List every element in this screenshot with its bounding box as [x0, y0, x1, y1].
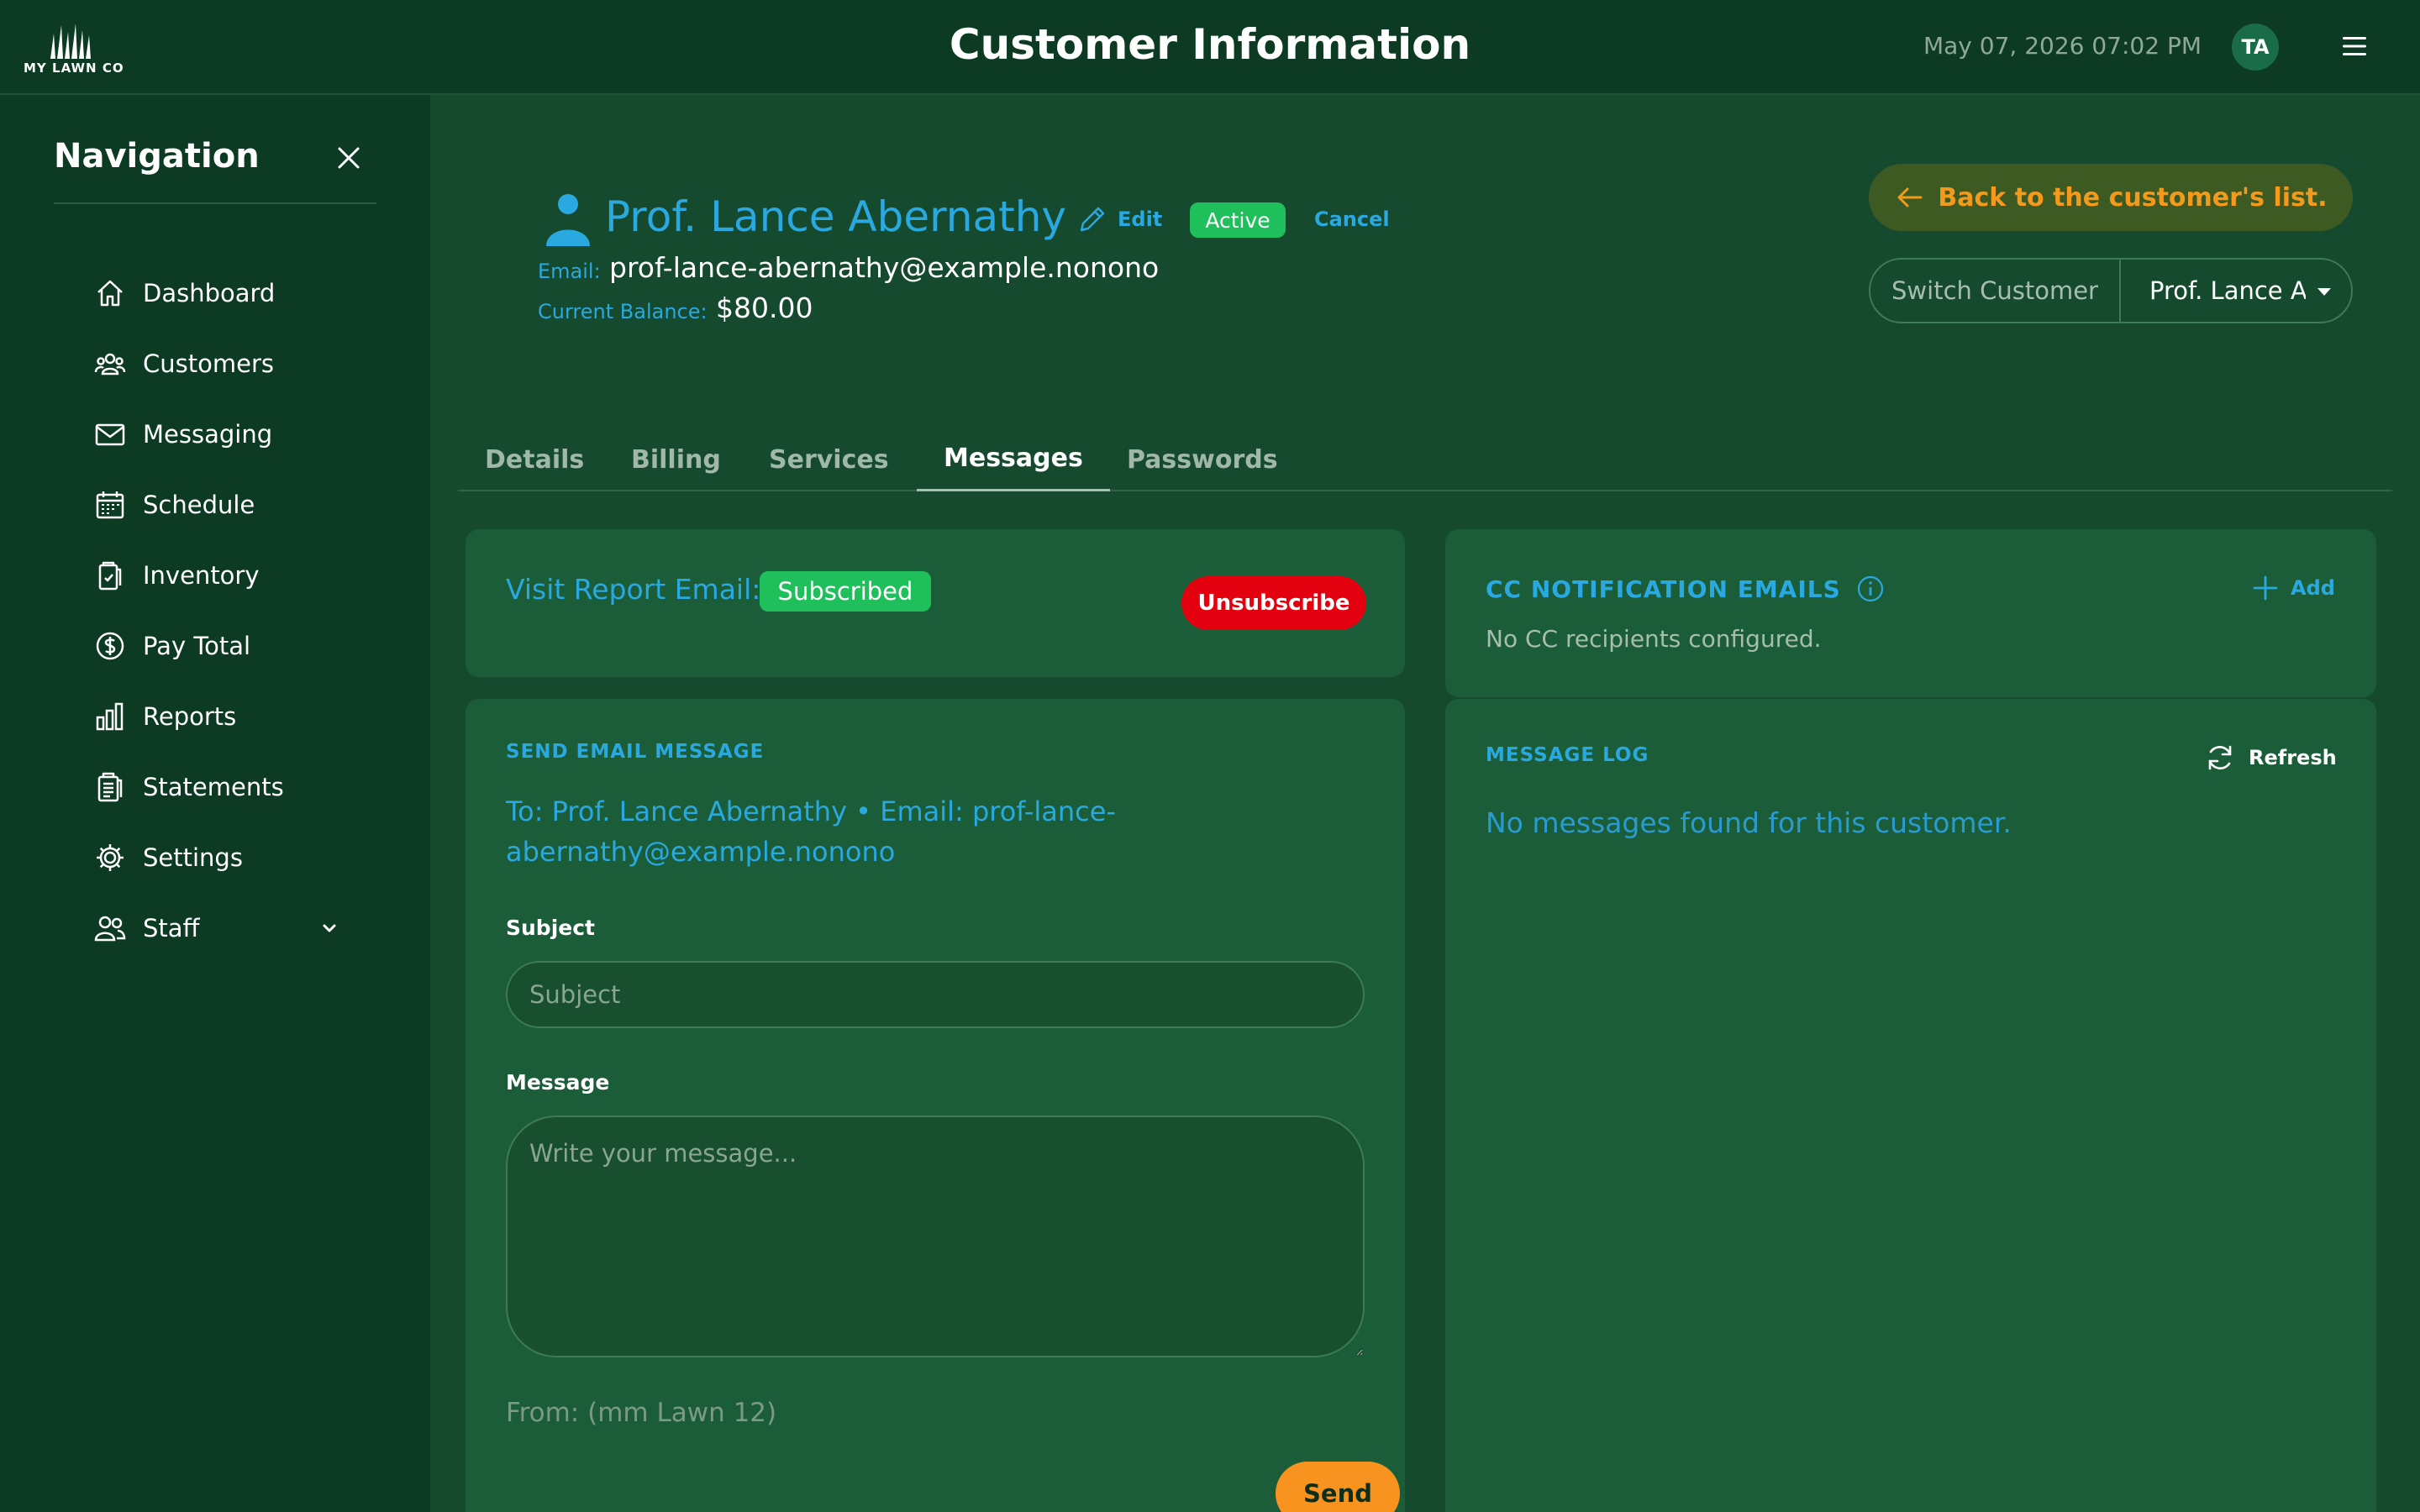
back-to-list-button[interactable]: Back to the customer's list. — [1869, 164, 2353, 231]
sidebar-item-dashboard[interactable]: Dashboard — [94, 258, 363, 328]
sidebar-item-messaging[interactable]: Messaging — [94, 399, 363, 470]
back-button-label: Back to the customer's list. — [1938, 182, 2328, 213]
document-list-icon — [97, 772, 123, 802]
tab-details[interactable]: Details — [458, 428, 611, 491]
calendar-icon — [96, 491, 124, 519]
recipient-line: To: Prof. Lance Abernathy • Email: prof-… — [506, 795, 1116, 868]
subscription-badge: Subscribed — [760, 571, 931, 612]
cancel-link[interactable]: Cancel — [1314, 207, 1390, 231]
balance-value: $80.00 — [716, 291, 813, 324]
subject-input[interactable] — [506, 961, 1365, 1028]
sidebar-nav: Dashboard Customers Messaging Schedule I… — [94, 258, 363, 963]
sidebar-item-settings[interactable]: Settings — [94, 822, 363, 893]
email-label: Email: — [538, 260, 601, 283]
user-avatar[interactable]: TA — [2232, 24, 2279, 71]
sidebar-item-label: Reports — [143, 702, 237, 731]
switch-customer-dropdown[interactable]: Prof. Lance Abernathy — [2121, 260, 2351, 322]
arrow-left-icon — [1897, 187, 1923, 207]
unsubscribe-button[interactable]: Unsubscribe — [1181, 576, 1366, 630]
cc-heading-text: CC NOTIFICATION EMAILS — [1486, 575, 1841, 603]
visit-report-card: Visit Report Email: Subscribed Unsubscri… — [466, 529, 1405, 677]
switch-customer-label: Switch Customer — [1870, 260, 2121, 322]
sidebar-item-label: Customers — [143, 349, 274, 378]
tab-billing[interactable]: Billing — [604, 428, 748, 491]
sidebar-title: Navigation — [54, 137, 260, 176]
balance-label: Current Balance: — [538, 300, 708, 323]
sidebar-item-inventory[interactable]: Inventory — [94, 540, 363, 611]
sidebar-item-label: Staff — [143, 914, 200, 942]
sidebar-item-label: Settings — [143, 843, 243, 872]
top-bar: MY LAWN CO Customer Information May 07, … — [0, 0, 2420, 95]
from-line: From: (mm Lawn 12) — [506, 1398, 777, 1428]
send-button[interactable]: Send — [1276, 1462, 1400, 1512]
edit-label: Edit — [1118, 207, 1163, 231]
subject-label: Subject — [506, 916, 595, 940]
sidebar-item-schedule[interactable]: Schedule — [94, 470, 363, 540]
cc-heading: CC NOTIFICATION EMAILS — [1486, 575, 1885, 603]
refresh-button[interactable]: Refresh — [2205, 743, 2337, 773]
sidebar-item-label: Dashboard — [143, 279, 276, 307]
sidebar-item-label: Pay Total — [143, 632, 251, 660]
tab-passwords[interactable]: Passwords — [1100, 428, 1305, 491]
customer-name: Prof. Lance Abernathy — [605, 192, 1066, 241]
users-icon — [94, 353, 126, 375]
add-cc-label: Add — [2291, 576, 2335, 600]
main-content: Prof. Lance Abernathy Edit Active Cancel… — [430, 95, 2420, 1512]
sidebar-item-pay-total[interactable]: Pay Total — [94, 611, 363, 681]
message-log-card: MESSAGE LOG Refresh No messages found fo… — [1445, 699, 2376, 1512]
switch-customer-select[interactable]: Switch Customer Prof. Lance Abernathy — [1869, 258, 2353, 323]
send-email-card: SEND EMAIL MESSAGE To: Prof. Lance Abern… — [466, 699, 1405, 1512]
gear-icon — [97, 844, 124, 871]
email-value: prof-lance-abernathy@example.nonono — [609, 251, 1160, 284]
sidebar-item-statements[interactable]: Statements — [94, 752, 363, 822]
close-icon[interactable] — [334, 144, 363, 172]
sidebar-divider — [54, 202, 376, 204]
tab-services[interactable]: Services — [742, 428, 916, 491]
mail-icon — [95, 423, 125, 446]
message-textarea[interactable] — [506, 1116, 1365, 1357]
clipboard-check-icon — [98, 561, 122, 591]
bar-chart-icon — [96, 702, 124, 731]
send-email-heading: SEND EMAIL MESSAGE — [506, 741, 765, 763]
message-log-empty-text: No messages found for this customer. — [1486, 806, 2012, 839]
message-label: Message — [506, 1070, 610, 1095]
info-icon[interactable] — [1856, 575, 1885, 603]
message-log-heading: MESSAGE LOG — [1486, 744, 1649, 766]
staff-icon — [94, 916, 126, 942]
sidebar-item-label: Inventory — [143, 561, 260, 590]
chevron-down-icon[interactable] — [319, 918, 339, 938]
refresh-icon — [2208, 745, 2232, 770]
cc-notifications-card: CC NOTIFICATION EMAILS Add No CC recipie… — [1445, 529, 2376, 697]
pencil-icon — [1080, 207, 1105, 232]
home-icon — [97, 280, 123, 307]
caret-down-icon — [2317, 288, 2331, 296]
sidebar-item-reports[interactable]: Reports — [94, 681, 363, 752]
edit-customer-link[interactable]: Edit — [1077, 204, 1162, 234]
plus-icon — [2253, 575, 2278, 601]
sidebar: Navigation Dashboard Customers Messaging… — [0, 95, 430, 1512]
cc-empty-text: No CC recipients configured. — [1486, 625, 1822, 653]
sidebar-item-label: Schedule — [143, 491, 255, 519]
tab-messages[interactable]: Messages — [917, 428, 1110, 491]
sidebar-item-customers[interactable]: Customers — [94, 328, 363, 399]
customer-tabs: Details Billing Services Messages Passwo… — [458, 428, 2392, 491]
visit-report-label: Visit Report Email: — [506, 573, 761, 606]
add-cc-button[interactable]: Add — [2252, 575, 2335, 601]
sidebar-item-label: Messaging — [143, 420, 273, 449]
switch-customer-value: Prof. Lance Abernathy — [2149, 276, 2306, 305]
sidebar-item-label: Statements — [143, 773, 284, 801]
sidebar-item-staff[interactable]: Staff — [94, 893, 363, 963]
refresh-label: Refresh — [2249, 746, 2337, 769]
hamburger-menu-icon[interactable] — [2341, 34, 2368, 59]
current-datetime: May 07, 2026 07:02 PM — [1923, 32, 2202, 60]
person-icon — [546, 194, 590, 246]
status-badge: Active — [1190, 202, 1286, 238]
dollar-circle-icon — [96, 632, 124, 660]
